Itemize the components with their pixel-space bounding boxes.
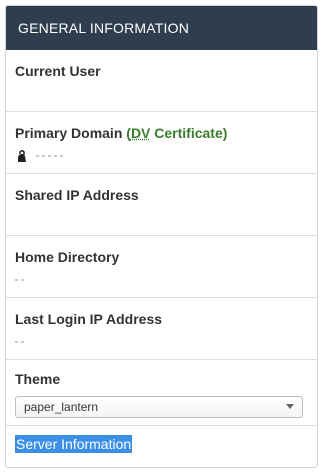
home-directory-value [15,272,308,288]
cert-close-paren: ) [222,125,228,141]
dv-abbr[interactable]: DV [131,125,150,141]
lock-icon [18,149,26,162]
primary-domain-label-group: Primary Domain (DV Certificate) [15,124,308,142]
shared-ip-value [15,210,308,226]
cert-label: Certificate [150,125,223,141]
home-directory-masked [15,278,25,281]
general-information-panel: GENERAL INFORMATION Current User Primary… [5,5,318,468]
theme-row: Theme paper_lantern [6,360,317,426]
current-user-value [15,86,308,102]
certificate-status[interactable]: (DV Certificate) [126,125,227,141]
chevron-down-icon [286,404,294,409]
primary-domain-row: Primary Domain (DV Certificate) [6,112,317,174]
shared-ip-label: Shared IP Address [15,187,139,203]
primary-domain-value [15,148,308,164]
theme-selected-value: paper_lantern [24,400,99,414]
last-login-ip-masked [15,340,25,343]
panel-footer: Server Information [6,426,317,456]
primary-domain-masked [36,154,67,157]
current-user-row: Current User [6,50,317,112]
theme-label: Theme [15,371,61,387]
last-login-ip-value [15,334,308,350]
last-login-ip-label: Last Login IP Address [15,311,163,327]
current-user-label: Current User [15,63,101,79]
home-directory-row: Home Directory [6,236,317,298]
theme-select[interactable]: paper_lantern [15,396,303,418]
server-information-link[interactable]: Server Information [15,435,133,453]
primary-domain-label: Primary Domain [15,125,123,141]
shared-ip-row: Shared IP Address [6,174,317,236]
panel-title: GENERAL INFORMATION [6,6,317,50]
home-directory-label: Home Directory [15,249,120,265]
last-login-ip-row: Last Login IP Address [6,298,317,360]
